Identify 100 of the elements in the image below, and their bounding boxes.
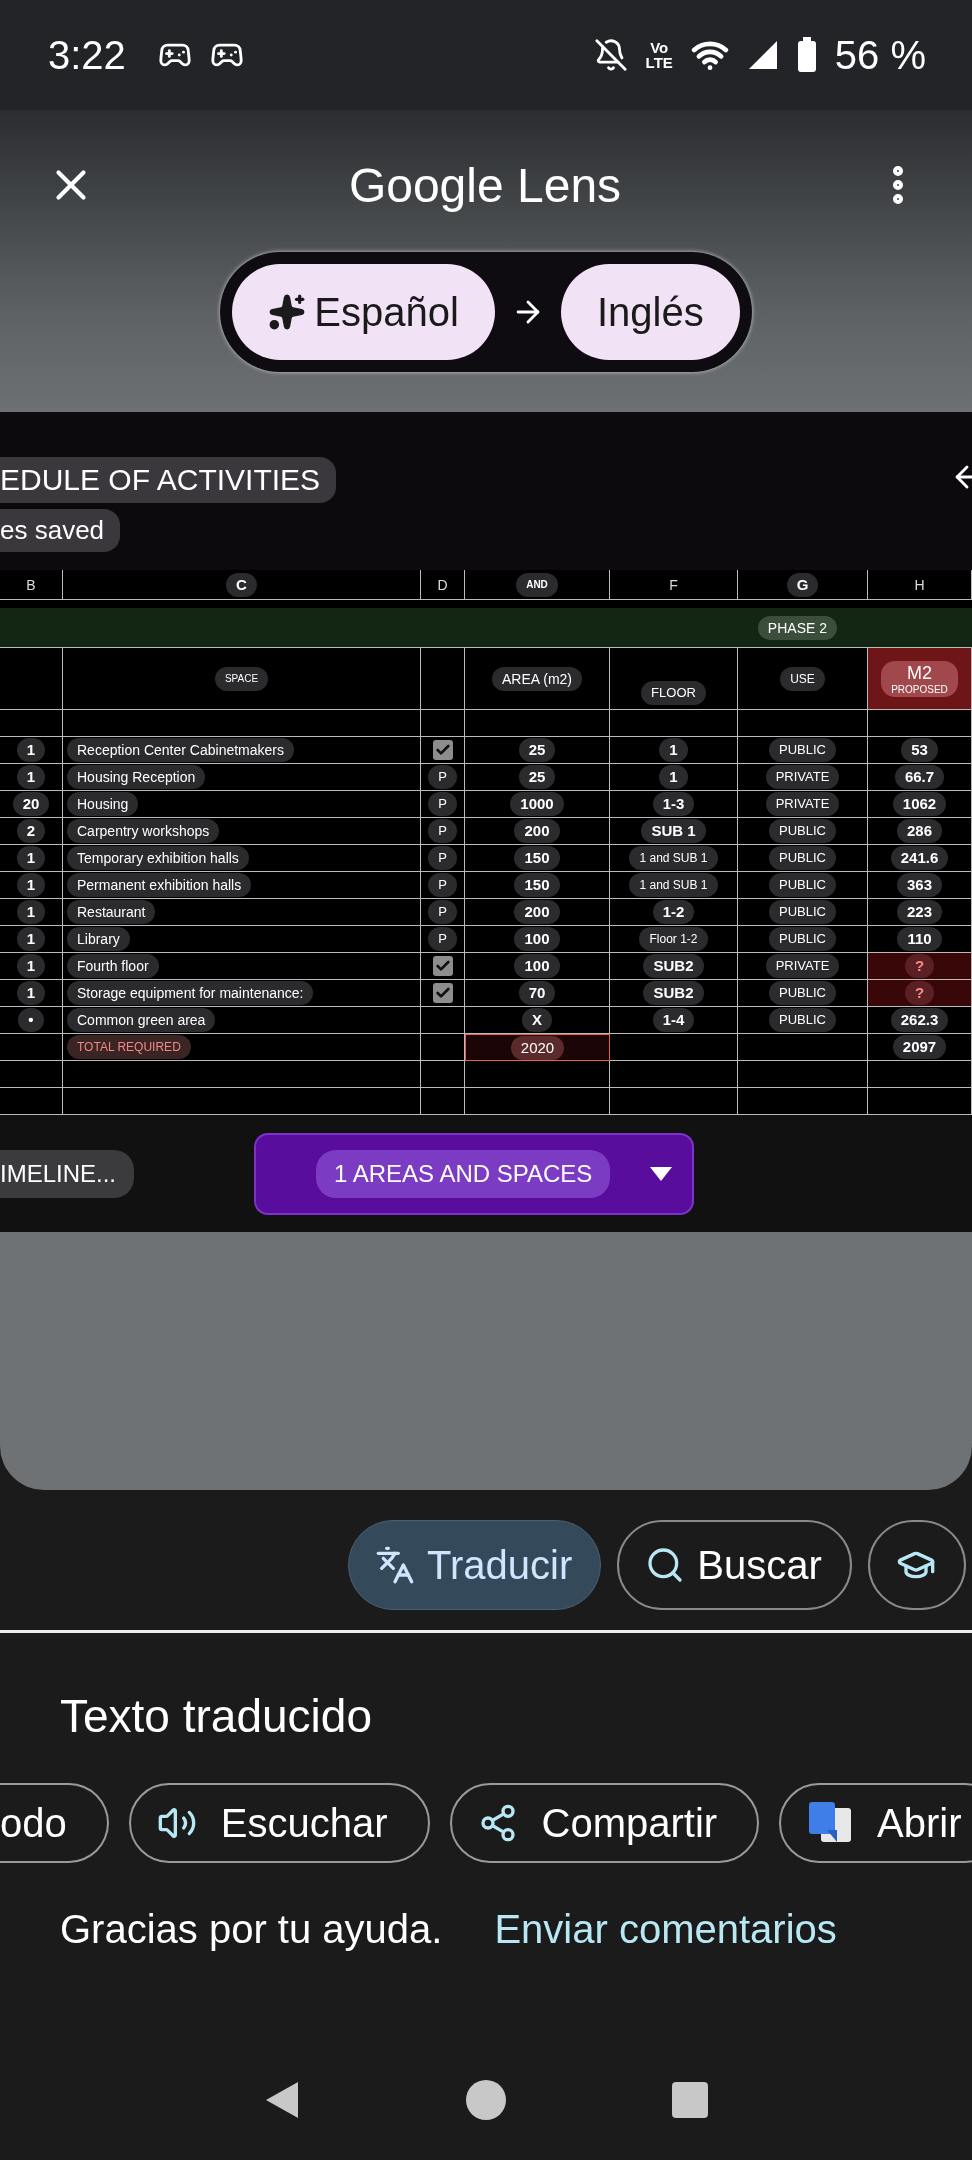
space-name: Carpentry workshops [67,819,220,843]
space-name: Housing Reception [67,765,206,789]
app-title: Google Lens [347,157,623,213]
m2-value: ? [904,954,935,978]
area-value: 100 [514,927,560,951]
m2-value: 363 [897,873,942,897]
use-label: PUBLIC [769,873,836,897]
action-chip[interactable]: Escuchar [128,1783,430,1863]
sheet-tab[interactable]: IMELINE... [0,1149,135,1198]
area-value: 1000 [510,792,564,816]
use-label: PUBLIC [769,981,836,1005]
column-title: SPACE [214,666,269,691]
space-name: Library [67,927,130,951]
section-heading: Texto traducido [59,1689,373,1743]
empty-cell [421,1061,465,1088]
quantity-value: 1 [16,873,46,897]
translate-icon [375,1545,415,1585]
use-label: PUBLIC [769,1008,836,1032]
quantity-value: 1 [16,927,46,951]
use-label: PRIVATE [765,765,840,789]
column-header: C [226,572,257,597]
space-name: Permanent exhibition halls [67,873,252,897]
quantity-value: 1 [16,765,46,789]
battery-icon [796,37,817,73]
use-label: PUBLIC [769,846,836,870]
floor-value: 1-2 [652,900,695,924]
status-label: P [428,900,457,924]
floor-value: SUB2 [643,954,704,978]
space-name: Fourth floor [67,954,159,978]
home-icon[interactable] [464,2078,508,2122]
phase-label: PHASE 2 [757,615,837,640]
use-label: PRIVATE [765,954,840,978]
mute-icon [593,38,628,72]
area-value: 150 [514,846,560,870]
status-label: P [428,819,457,843]
thanks-text: Gracias por tu ayuda. [60,1907,443,1952]
m2-value: 223 [897,900,942,924]
mode-chip[interactable]: Buscar [617,1520,852,1610]
checkbox[interactable] [432,740,453,760]
area-value: X [522,1008,552,1032]
quantity-value: 1 [16,738,46,762]
m2-value: 241.6 [890,846,949,870]
target-language-button[interactable]: Inglés [560,264,740,360]
quantity-value: 1 [16,954,46,978]
area-value: 200 [514,819,560,843]
m2-value: ? [904,981,935,1005]
quantity-value: 1 [16,846,46,870]
status-label: P [428,873,457,897]
floor-value: 1 [659,765,688,789]
mode-chip[interactable]: Traducir [348,1520,602,1610]
total-label: TOTAL REQUIRED [67,1035,191,1059]
quantity-value: 20 [12,792,50,816]
m2-value: 53 [901,738,938,762]
space-name: Reception Center Cabinetmakers [67,738,294,762]
column-title: USE [780,666,825,691]
quantity-value: 1 [16,900,46,924]
sheet-tab[interactable]: 1 AREAS AND SPACES [254,1132,695,1215]
mode-icon-chip[interactable] [867,1520,966,1610]
area-value: 25 [518,765,556,789]
sparkle-icon [268,293,307,331]
floor-value: 1-3 [652,792,695,816]
empty-cell [0,1061,63,1088]
checkbox[interactable] [432,956,453,976]
space-name: Housing [67,792,139,816]
use-label: PUBLIC [769,900,836,924]
column-title: FLOOR [641,681,706,705]
sheet-title: EDULE OF ACTIVITIES [0,457,337,503]
space-name: Storage equipment for maintenance: [67,981,314,1005]
action-chip[interactable]: odo [0,1783,109,1863]
area-value: 25 [518,738,556,762]
floor-value: 1-4 [652,1008,695,1032]
column-title: AREA (m2) [492,666,582,691]
floor-value: 1 [659,738,688,762]
m2-value: 1062 [892,792,947,816]
m2-value: 286 [897,819,942,843]
quantity-value: 2 [16,819,46,843]
m2-value: 110 [897,927,942,951]
action-chip[interactable]: Compartir [449,1783,760,1863]
area-value: 150 [514,873,560,897]
floor-value: SUB2 [643,981,704,1005]
space-name: Restaurant [67,900,156,924]
feedback-link[interactable]: Enviar comentarios [494,1907,837,1952]
area-value: 100 [514,954,560,978]
battery-percent: 56 % [834,32,926,78]
checkbox[interactable] [432,983,453,1003]
status-label: P [428,765,457,789]
column-header: F [669,576,678,593]
column-header: AND [516,572,558,597]
area-value: 200 [514,900,560,924]
use-label: PUBLIC [769,819,836,843]
use-label: PUBLIC [769,927,836,951]
total-m2-value: 2097 [892,1035,947,1059]
area-value: 70 [518,981,556,1005]
caret-icon [650,1166,673,1181]
clock: 3:22 [48,32,126,78]
source-language-button[interactable]: Español [232,264,495,360]
network-label: Vo LTE [645,40,673,70]
column-header: H [914,576,925,593]
floor-value: 1 and SUB 1 [629,846,718,870]
action-chip[interactable]: Abrir [779,1783,972,1863]
